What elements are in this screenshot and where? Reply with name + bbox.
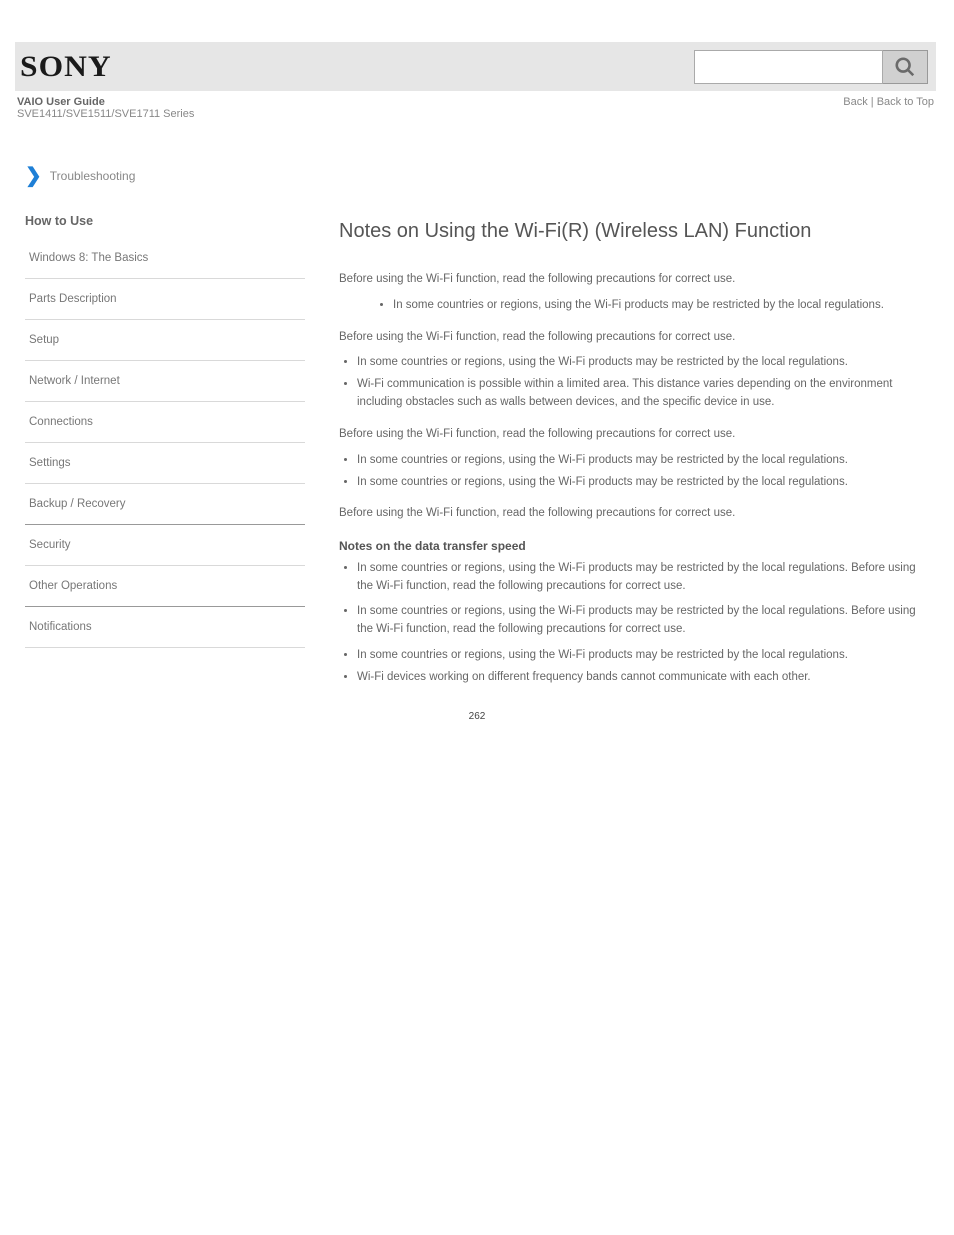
sidebar-item[interactable]: Network / Internet bbox=[25, 361, 305, 402]
body-text: Before using the Wi-Fi function, read th… bbox=[339, 505, 922, 523]
list-item: In some countries or regions, using the … bbox=[357, 647, 922, 665]
search-input[interactable] bbox=[694, 50, 883, 84]
sidebar-item[interactable]: Notifications bbox=[25, 607, 305, 648]
breadcrumb: ❯ Troubleshooting bbox=[15, 120, 936, 186]
list-item: In some countries or regions, using the … bbox=[357, 474, 922, 492]
sidebar-title: How to Use bbox=[25, 214, 305, 228]
sidebar-item[interactable]: Other Operations bbox=[25, 566, 305, 607]
header-bar: SONY bbox=[15, 42, 936, 91]
bullet-list: In some countries or regions, using the … bbox=[339, 354, 922, 411]
page-title: Notes on Using the Wi-Fi(R) (Wireless LA… bbox=[339, 216, 922, 247]
chevron-right-icon: ❯ bbox=[25, 166, 42, 186]
search-icon bbox=[894, 56, 916, 78]
body-text: Before using the Wi-Fi function, read th… bbox=[339, 271, 922, 289]
page-number: 262 bbox=[0, 701, 954, 746]
sidebar-item[interactable]: Security bbox=[25, 525, 305, 566]
sidebar-item[interactable]: Parts Description bbox=[25, 279, 305, 320]
search-wrap bbox=[694, 50, 928, 84]
list-item: Wi-Fi devices working on different frequ… bbox=[357, 669, 922, 687]
body-text: Before using the Wi-Fi function, read th… bbox=[339, 426, 922, 444]
main-content: Notes on Using the Wi-Fi(R) (Wireless LA… bbox=[339, 214, 936, 701]
list-item: In some countries or regions, using the … bbox=[357, 354, 922, 372]
body-text: Before using the Wi-Fi function, read th… bbox=[339, 329, 922, 347]
series-name: SVE1411/SVE1511/SVE1711 Series bbox=[17, 108, 194, 120]
list-item: In some countries or regions, using the … bbox=[393, 297, 922, 315]
list-item: In some countries or regions, using the … bbox=[357, 452, 922, 470]
sidebar-item[interactable]: Setup bbox=[25, 320, 305, 361]
bullet-list: In some countries or regions, using the … bbox=[339, 560, 922, 687]
sidebar-item[interactable]: Settings bbox=[25, 443, 305, 484]
back-to-top-link[interactable]: Back | Back to Top bbox=[843, 96, 934, 108]
bullet-list: In some countries or regions, using the … bbox=[375, 297, 922, 315]
breadcrumb-label[interactable]: Troubleshooting bbox=[50, 169, 136, 183]
list-item: In some countries or regions, using the … bbox=[357, 603, 922, 639]
sony-logo: SONY bbox=[20, 50, 112, 84]
list-item: In some countries or regions, using the … bbox=[357, 560, 922, 596]
sub-header: VAIO User Guide SVE1411/SVE1511/SVE1711 … bbox=[15, 91, 936, 120]
list-item: Wi-Fi communication is possible within a… bbox=[357, 376, 922, 412]
sidebar-item[interactable]: Backup / Recovery bbox=[25, 484, 305, 525]
search-button[interactable] bbox=[883, 50, 928, 84]
sidebar-item[interactable]: Connections bbox=[25, 402, 305, 443]
product-name: VAIO User Guide bbox=[17, 96, 194, 108]
section-heading: Notes on the data transfer speed bbox=[339, 537, 922, 556]
sidebar-item[interactable]: Windows 8: The Basics bbox=[25, 238, 305, 279]
sidebar: How to Use Windows 8: The Basics Parts D… bbox=[25, 214, 305, 648]
bullet-list: In some countries or regions, using the … bbox=[339, 452, 922, 492]
